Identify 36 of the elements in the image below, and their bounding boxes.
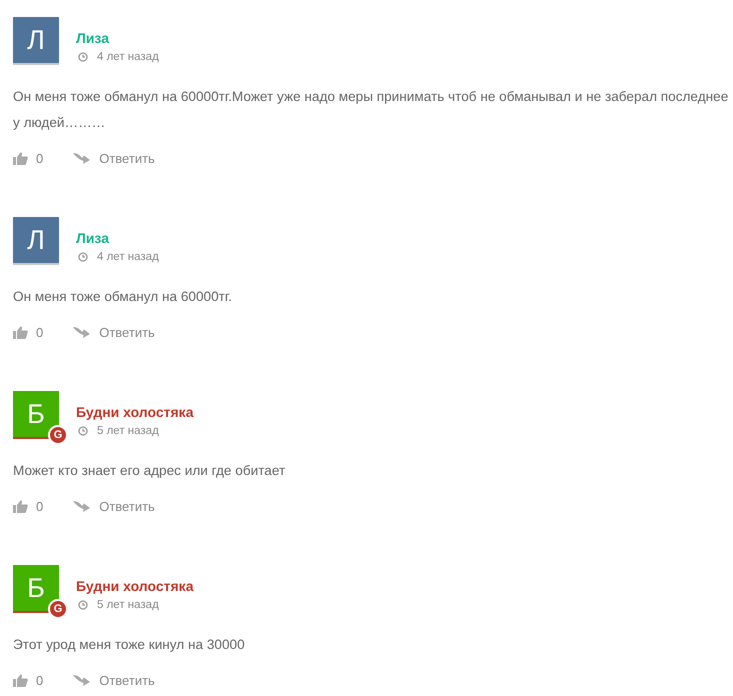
like-count: 0 xyxy=(36,150,44,166)
author-name[interactable]: Будни холостяка xyxy=(76,404,194,420)
clock-icon xyxy=(78,252,88,262)
comment-text: Может кто знает его адрес или где обитает xyxy=(13,462,286,480)
like-count: 0 xyxy=(36,672,44,688)
reply-arrow-icon xyxy=(73,152,90,164)
reply-button[interactable]: Ответить xyxy=(73,498,155,514)
thumbs-up-icon[interactable] xyxy=(13,152,28,164)
reply-button[interactable]: Ответить xyxy=(73,324,155,340)
thumbs-up-icon[interactable] xyxy=(13,674,28,686)
author-name[interactable]: Лиза xyxy=(76,230,159,246)
comment-text: Он меня тоже обманул на 60000тг.Может уже надо меры принимать чтоб не обманывал и не заберал последнее у людей……… xyxy=(13,88,730,132)
reply-arrow-icon xyxy=(73,674,90,686)
reply-button[interactable]: Ответить xyxy=(73,150,155,166)
author-name[interactable]: Будни холостяка xyxy=(76,578,194,594)
clock-icon xyxy=(78,426,88,436)
like-count: 0 xyxy=(36,324,44,340)
clock-icon xyxy=(78,52,88,62)
comment-text: Этот урод меня тоже кинул на 30000 xyxy=(13,636,246,654)
avatar: Л xyxy=(13,217,59,265)
comment-time: 5 лет назад xyxy=(97,425,159,437)
thumbs-up-icon[interactable] xyxy=(13,500,28,512)
comment-time: 4 лет назад xyxy=(97,251,159,263)
reply-arrow-icon xyxy=(73,326,90,338)
comment-time: 4 лет назад xyxy=(97,51,159,63)
comment-time: 5 лет назад xyxy=(97,599,159,611)
avatar: Л xyxy=(13,17,59,65)
reply-arrow-icon xyxy=(73,500,90,512)
google-badge: G xyxy=(48,599,68,619)
author-name[interactable]: Лиза xyxy=(76,30,159,46)
like-count: 0 xyxy=(36,498,44,514)
clock-icon xyxy=(78,600,88,610)
thumbs-up-icon[interactable] xyxy=(13,326,28,338)
comment-text: Он меня тоже обманул на 60000тг. xyxy=(13,288,233,306)
google-badge: G xyxy=(48,425,68,445)
reply-button[interactable]: Ответить xyxy=(73,672,155,688)
